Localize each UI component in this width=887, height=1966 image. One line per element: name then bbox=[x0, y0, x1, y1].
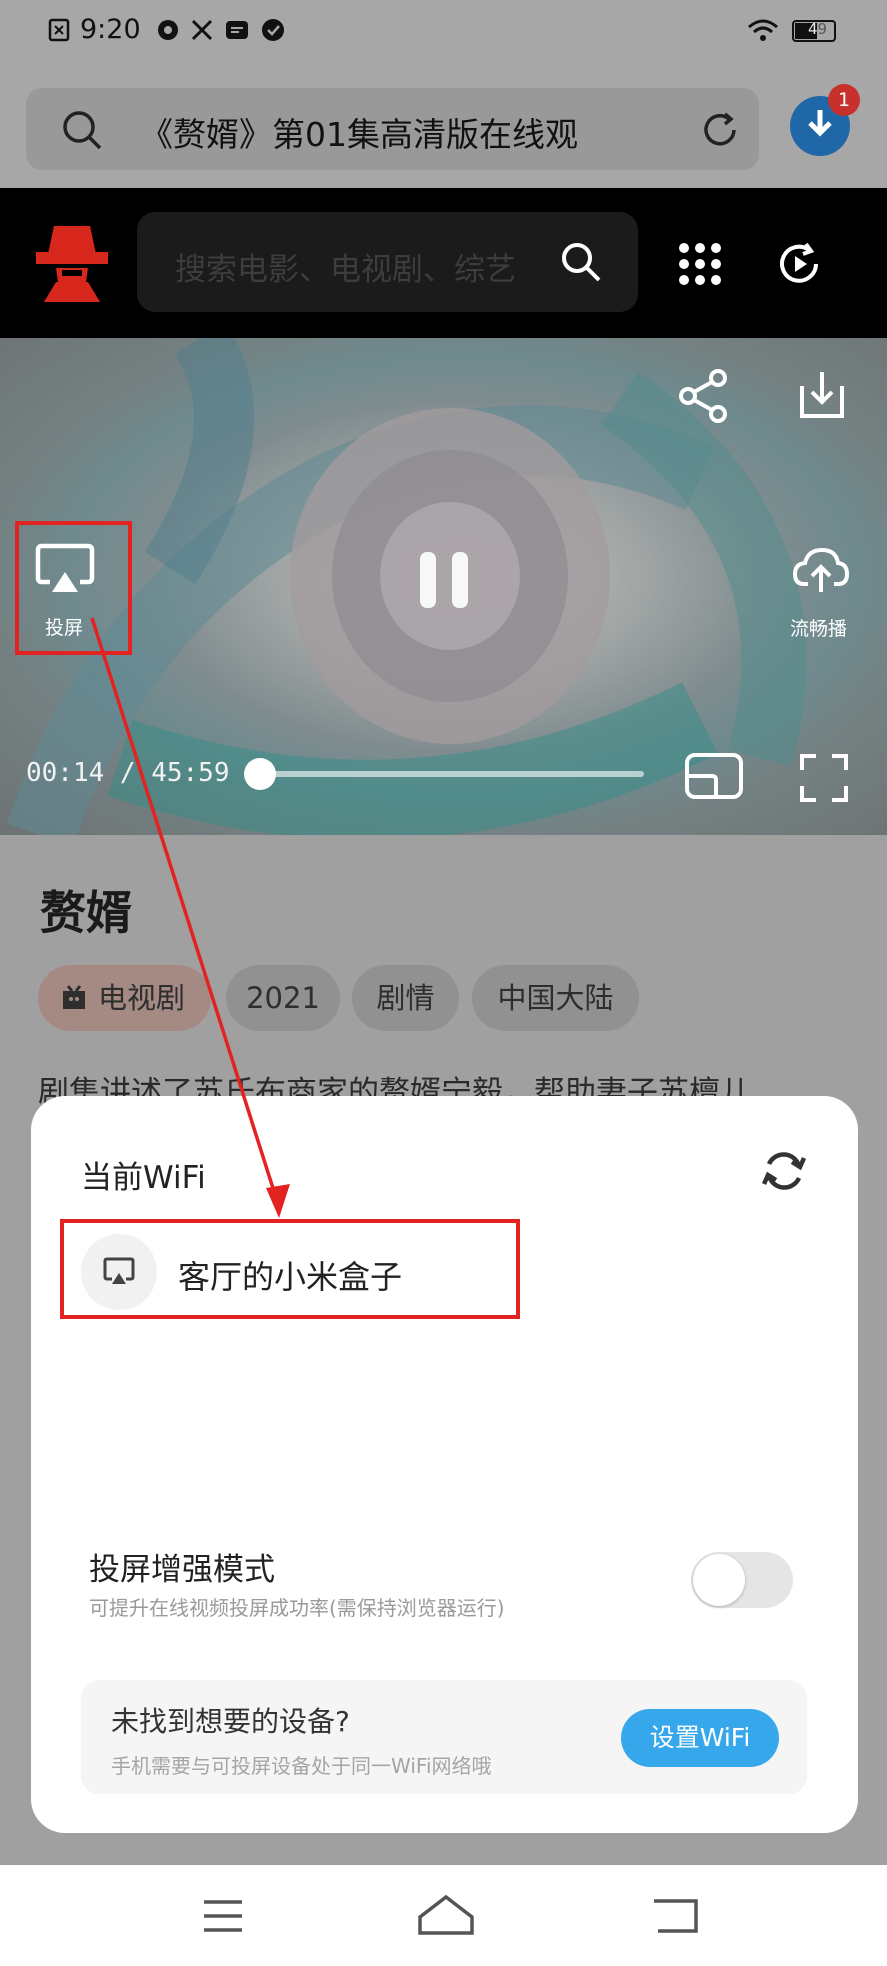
fullscreen-icon[interactable] bbox=[798, 752, 850, 804]
address-text: 《赘婿》第01集高清版在线观 bbox=[140, 115, 578, 154]
tag-label: 电视剧 bbox=[97, 981, 185, 1015]
system-nav-bar bbox=[0, 1865, 887, 1966]
history-play-icon[interactable] bbox=[776, 240, 824, 288]
status-time: 9:20 bbox=[80, 14, 141, 45]
share-icon[interactable] bbox=[678, 368, 730, 424]
enhance-mode-title: 投屏增强模式 bbox=[89, 1552, 275, 1588]
search-icon[interactable] bbox=[559, 240, 603, 284]
progress-knob[interactable] bbox=[244, 758, 276, 790]
help-title: 未找到想要的设备? bbox=[111, 1705, 350, 1738]
download-icon bbox=[808, 110, 832, 137]
playback-time: 00:14 / 45:59 bbox=[26, 758, 230, 788]
back-icon[interactable] bbox=[652, 1895, 700, 1935]
set-wifi-button[interactable]: 设置WiFi bbox=[621, 1709, 779, 1767]
battery-icon: 49 bbox=[792, 20, 836, 42]
site-search-placeholder: 搜索电影、电视剧、综艺 bbox=[175, 252, 516, 288]
cast-device-sheet: 当前WiFi 客厅的小米盒子 投屏增强模式 可提升在线视频投屏成功率(需保持浏览… bbox=[31, 1096, 858, 1833]
smooth-play-label[interactable]: 流畅播 bbox=[790, 614, 847, 641]
download-badge: 1 bbox=[828, 84, 860, 116]
check-icon bbox=[262, 19, 284, 41]
pause-icon[interactable] bbox=[416, 550, 472, 610]
tag-genre[interactable]: 剧情 bbox=[352, 965, 459, 1031]
site-header: 搜索电影、电视剧、综艺 bbox=[0, 188, 887, 338]
help-subtitle: 手机需要与可投屏设备处于同一WiFi网络哦 bbox=[111, 1754, 492, 1778]
help-card: 未找到想要的设备? 手机需要与可投屏设备处于同一WiFi网络哦 设置WiFi bbox=[81, 1680, 807, 1794]
recent-apps-icon[interactable] bbox=[202, 1899, 244, 1933]
tag-category[interactable]: 电视剧 bbox=[38, 965, 211, 1031]
progress-bar[interactable] bbox=[244, 758, 644, 790]
enhance-mode-toggle[interactable] bbox=[691, 1552, 793, 1608]
home-icon[interactable] bbox=[416, 1893, 476, 1937]
search-icon bbox=[63, 111, 102, 150]
address-bar[interactable]: 《赘婿》第01集高清版在线观 bbox=[26, 88, 759, 170]
refresh-icon[interactable] bbox=[698, 108, 742, 152]
wifi-icon bbox=[748, 19, 778, 41]
site-search-input[interactable]: 搜索电影、电视剧、综艺 bbox=[137, 212, 638, 312]
sim-icon bbox=[48, 18, 70, 42]
download-button[interactable]: 1 bbox=[790, 84, 860, 156]
status-bar: 9:20 49 bbox=[0, 0, 887, 64]
message-icon bbox=[226, 21, 248, 39]
toggle-knob bbox=[693, 1554, 745, 1606]
browser-toolbar: 《赘婿》第01集高清版在线观 1 bbox=[0, 64, 887, 188]
download-video-icon[interactable] bbox=[794, 366, 850, 422]
browser-notification-icon bbox=[158, 20, 178, 40]
site-logo[interactable] bbox=[36, 224, 108, 302]
menu-grid-icon[interactable] bbox=[678, 242, 722, 286]
video-player[interactable]: 投屏 流畅播 00:14 / 45:59 bbox=[0, 338, 887, 835]
tools-icon bbox=[191, 19, 213, 41]
tv-icon bbox=[63, 985, 85, 1009]
enhance-mode-subtitle: 可提升在线视频投屏成功率(需保持浏览器运行) bbox=[89, 1596, 505, 1620]
device-highlight bbox=[60, 1219, 520, 1319]
picture-in-picture-icon[interactable] bbox=[684, 752, 744, 800]
tag-year[interactable]: 2021 bbox=[226, 965, 340, 1031]
current-wifi-label: 当前WiFi bbox=[81, 1160, 206, 1196]
cast-button-highlight bbox=[15, 521, 132, 655]
battery-level: 49 bbox=[808, 20, 828, 38]
refresh-devices-icon[interactable] bbox=[759, 1146, 809, 1196]
cloud-upload-icon[interactable] bbox=[792, 544, 850, 596]
show-title: 赘婿 bbox=[40, 886, 132, 940]
tag-region[interactable]: 中国大陆 bbox=[472, 965, 639, 1031]
